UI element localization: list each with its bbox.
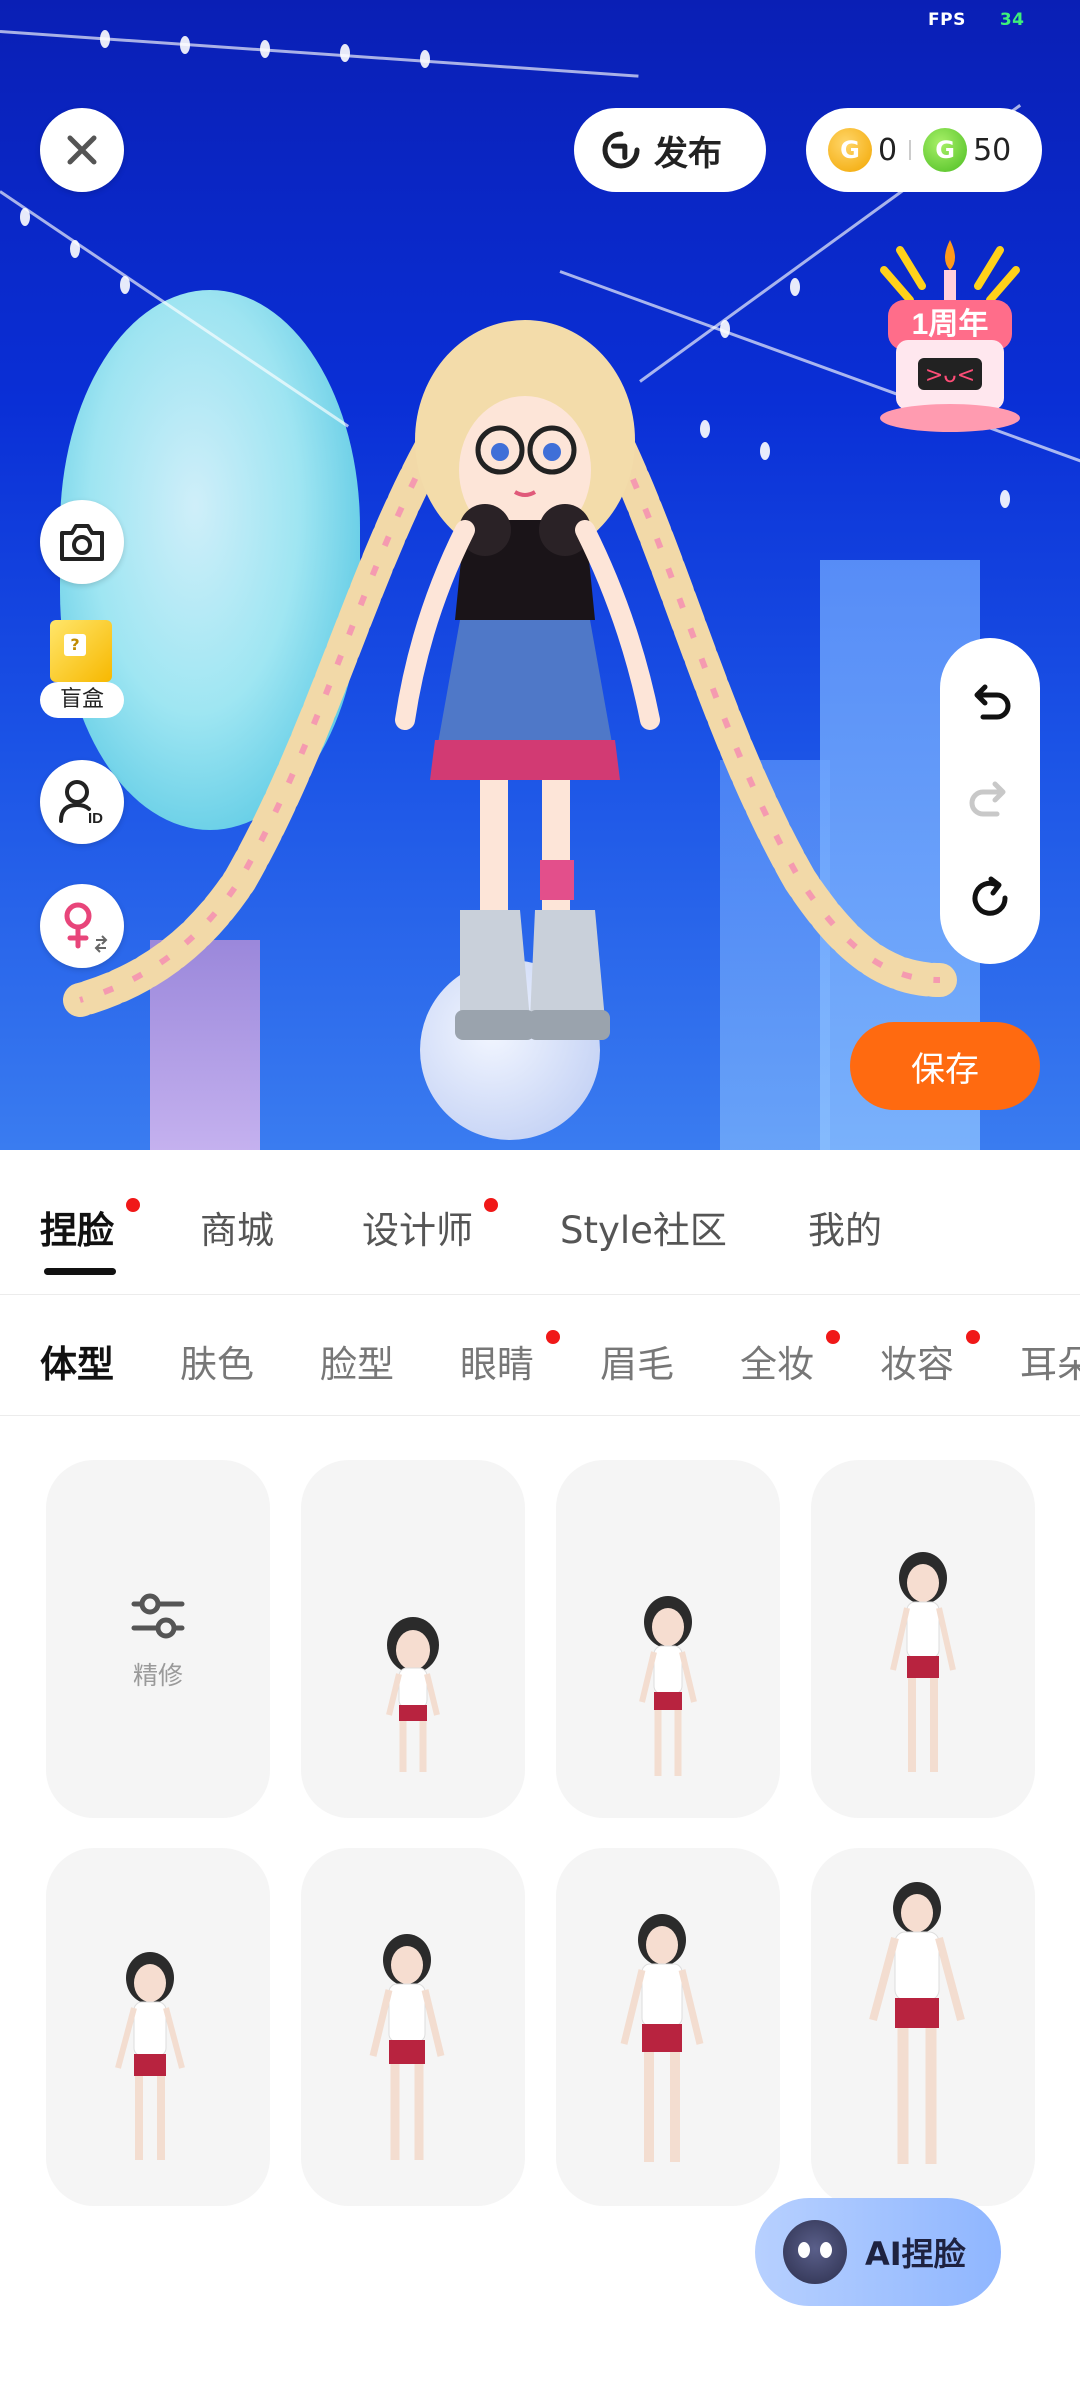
blind-box-icon [50,620,112,682]
fine-tune-card[interactable]: 精修 [46,1460,270,1818]
avatar-stage[interactable]: FPS 34 发布 G 0 G 50 1周年 >ᴗ< ? 盲盒 ID 保存 [0,0,1080,1150]
light-bulb [1000,490,1010,508]
fine-tune-label: 精修 [132,1661,183,1690]
body-preview-figure [869,1882,965,2164]
history-controls [940,638,1040,964]
undo-icon[interactable] [967,681,1013,727]
fps-counter: FPS 34 [928,10,1025,30]
subtab-eyes-notification-dot [546,1330,560,1344]
currency-divider [909,140,912,160]
light-bulb [340,44,350,62]
currency-display[interactable]: G 0 G 50 [806,108,1042,192]
anniversary-cake-badge[interactable]: 1周年 >ᴗ< [870,230,1030,440]
camera-icon [60,524,104,561]
close-button[interactable] [40,108,124,192]
tab-face-notification-dot [126,1198,140,1212]
body-type-card[interactable] [811,1460,1035,1818]
tab-designer-notification-dot [484,1198,498,1212]
tab-style-community[interactable]: Style社区 [560,1200,727,1254]
body-type-card[interactable] [811,1848,1035,2206]
avatar-character[interactable] [60,320,960,1090]
light-bulb [790,278,800,296]
ai-face-button[interactable]: AI捏脸 [755,2198,1001,2306]
tab-shop[interactable]: 商城 [200,1200,274,1254]
body-preview-figure [620,1914,704,2162]
publish-button[interactable]: 发布 [574,108,766,192]
save-button[interactable]: 保存 [850,1022,1040,1110]
light-bulb [120,276,130,294]
subtab-brows[interactable]: 眉毛 [600,1334,674,1388]
body-preview-figure [115,1952,185,2160]
subtab-body[interactable]: 体型 [40,1334,114,1388]
green-coin-icon: G [923,128,968,172]
fps-value: 34 [999,10,1025,30]
blind-box-button[interactable]: 盲盒 [40,620,124,724]
subtab-makeup[interactable]: 妆容 [880,1334,954,1388]
female-gender-icon [64,902,108,953]
subtab-full-makeup[interactable]: 全妆 [740,1334,814,1388]
light-bulb [100,30,110,48]
gold-coin-icon: G [828,128,872,172]
body-type-card[interactable] [301,1848,525,2206]
tab-mine[interactable]: 我的 [808,1200,882,1254]
light-string [0,30,639,78]
gender-switch-button[interactable] [40,884,124,968]
tab-face[interactable]: 捏脸 [40,1200,114,1254]
green-coin-count: 50 [973,132,1012,168]
light-bulb [20,208,30,226]
anniversary-label: 1周年 [912,308,989,341]
active-tab-underline [44,1268,116,1275]
ai-face-label: AI捏脸 [865,2235,966,2273]
body-preview-figure [386,1617,440,1772]
subtab-face-shape[interactable]: 脸型 [320,1334,394,1388]
svg-text:>ᴗ<: >ᴗ< [925,363,975,388]
profile-id-icon: ID [59,780,103,827]
app-root: FPS 34 发布 G 0 G 50 1周年 >ᴗ< ? 盲盒 ID 保存 捏脸… [0,0,1080,2400]
light-bulb [420,50,430,68]
subtab-makeup-notification-dot [966,1330,980,1344]
save-label: 保存 [911,1049,979,1090]
redo-icon[interactable] [967,778,1013,824]
birthday-cake-icon: 1周年 >ᴗ< [880,240,1020,432]
light-bulb [260,40,270,58]
publish-label: 发布 [654,133,722,174]
body-preview-figure [890,1552,956,1772]
body-type-card[interactable] [301,1460,525,1818]
subtab-ears[interactable]: 耳朵 [1020,1334,1080,1388]
camera-button[interactable] [40,500,124,584]
tab-designer[interactable]: 设计师 [362,1200,473,1254]
publish-icon [602,131,640,169]
sub-tab-bar[interactable]: 体型 肤色 脸型 眼睛 眉毛 全妆 妆容 耳朵 [0,1296,1080,1416]
body-type-card[interactable] [46,1848,270,2206]
subtab-skin[interactable]: 肤色 [180,1334,254,1388]
body-preview-figure [639,1596,697,1776]
blind-box-label: 盲盒 [40,682,124,718]
light-bulb [180,36,190,54]
fps-label: FPS [928,10,966,30]
svg-text:ID: ID [88,810,103,827]
gold-coin-count: 0 [878,132,898,168]
subtab-full-makeup-notification-dot [826,1330,840,1344]
sliders-icon [131,1593,185,1639]
body-preview-figure [369,1934,445,2160]
close-icon [67,135,97,165]
ai-robot-icon [783,2220,847,2284]
main-tab-bar: 捏脸 商城 设计师 Style社区 我的 [0,1150,1080,1295]
light-bulb [70,240,80,258]
avatar-id-button[interactable]: ID [40,760,124,844]
body-type-card[interactable] [556,1460,780,1818]
body-type-card[interactable] [556,1848,780,2206]
reset-icon[interactable] [967,875,1013,921]
subtab-eyes[interactable]: 眼睛 [460,1334,534,1388]
